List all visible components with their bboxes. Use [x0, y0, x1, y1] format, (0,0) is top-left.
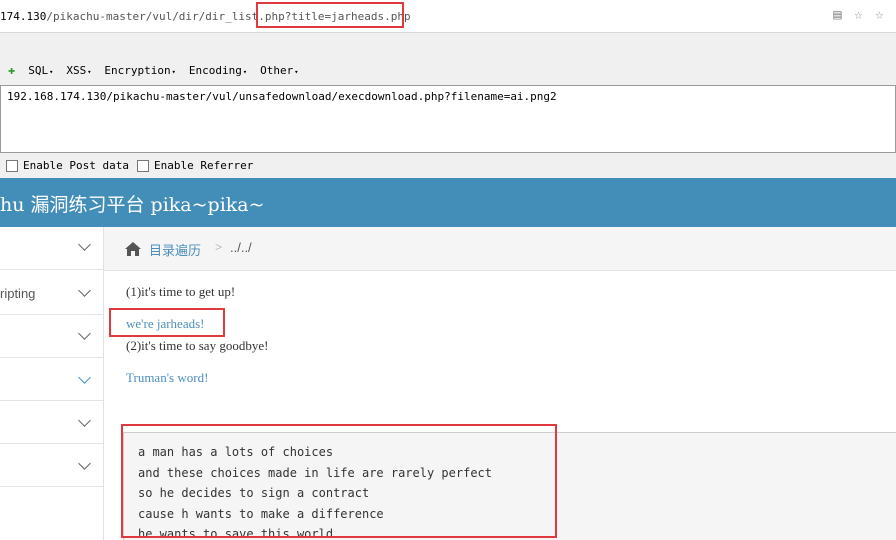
content-line-1: (1)it's time to get up!: [126, 284, 236, 299]
sidebar-item-active[interactable]: [0, 358, 103, 401]
menu-other[interactable]: Other: [260, 64, 298, 77]
breadcrumb: 目录遍历 > ../../: [104, 227, 896, 271]
truman-link[interactable]: Truman's word!: [126, 370, 208, 386]
hackbar-options: Enable Post data Enable Referrer: [0, 153, 896, 178]
page-icon[interactable]: ▤: [829, 7, 846, 24]
address-bar[interactable]: 174.130/pikachu-master/vul/dir/dir_list.…: [0, 0, 896, 33]
checkbox-icon[interactable]: [6, 159, 18, 172]
sidebar-item[interactable]: [0, 315, 103, 358]
enable-post-data-checkbox[interactable]: Enable Post data: [6, 159, 129, 172]
sidebar-item[interactable]: [0, 444, 103, 487]
star-icon[interactable]: ☆: [871, 7, 888, 24]
site-title[interactable]: hu 漏洞练习平台 pika~pika~: [0, 190, 265, 217]
chevron-down-icon: [78, 284, 91, 297]
menu-sql[interactable]: SQL: [28, 64, 53, 77]
add-icon[interactable]: ✚: [8, 63, 15, 77]
poem-highlight-box: [121, 424, 557, 538]
hackbar-toolbar: ✚ SQL XSS Encryption Encoding Other: [0, 33, 896, 85]
checkbox-icon[interactable]: [137, 159, 149, 172]
breadcrumb-separator: >: [215, 240, 223, 254]
hackbar-url-value: 192.168.174.130/pikachu-master/vul/unsaf…: [7, 90, 557, 103]
chevron-down-icon: [78, 238, 91, 251]
enable-referrer-checkbox[interactable]: Enable Referrer: [137, 159, 253, 172]
sidebar-item[interactable]: [0, 227, 103, 270]
breadcrumb-link[interactable]: 目录遍历: [149, 240, 201, 259]
sidebar: ripting: [0, 227, 104, 540]
site-header: hu 漏洞练习平台 pika~pika~: [0, 178, 896, 227]
chevron-down-icon: [78, 457, 91, 470]
menu-encoding[interactable]: Encoding: [189, 64, 247, 77]
sidebar-item[interactable]: [0, 401, 103, 444]
url-highlight-box: [256, 2, 404, 28]
content-line-2: (2)it's time to say goodbye!: [126, 338, 269, 353]
sidebar-item-scripting[interactable]: ripting: [0, 271, 103, 315]
hackbar-url-field[interactable]: 192.168.174.130/pikachu-master/vul/unsaf…: [0, 85, 896, 153]
sidebar-item-label: ripting: [0, 286, 36, 301]
enable-referrer-label: Enable Referrer: [154, 159, 254, 172]
menu-xss[interactable]: XSS: [66, 64, 91, 77]
enable-post-data-label: Enable Post data: [23, 159, 129, 172]
url-host: 174.130: [0, 10, 47, 23]
chevron-down-icon: [78, 414, 91, 427]
home-icon[interactable]: [124, 241, 142, 257]
chevron-down-icon: [78, 371, 91, 384]
breadcrumb-current: ../../: [230, 240, 252, 255]
link-highlight-box: [109, 308, 225, 337]
chevron-down-icon: [78, 327, 91, 340]
star-icon[interactable]: ☆: [850, 7, 867, 24]
menu-encryption[interactable]: Encryption: [104, 64, 175, 77]
